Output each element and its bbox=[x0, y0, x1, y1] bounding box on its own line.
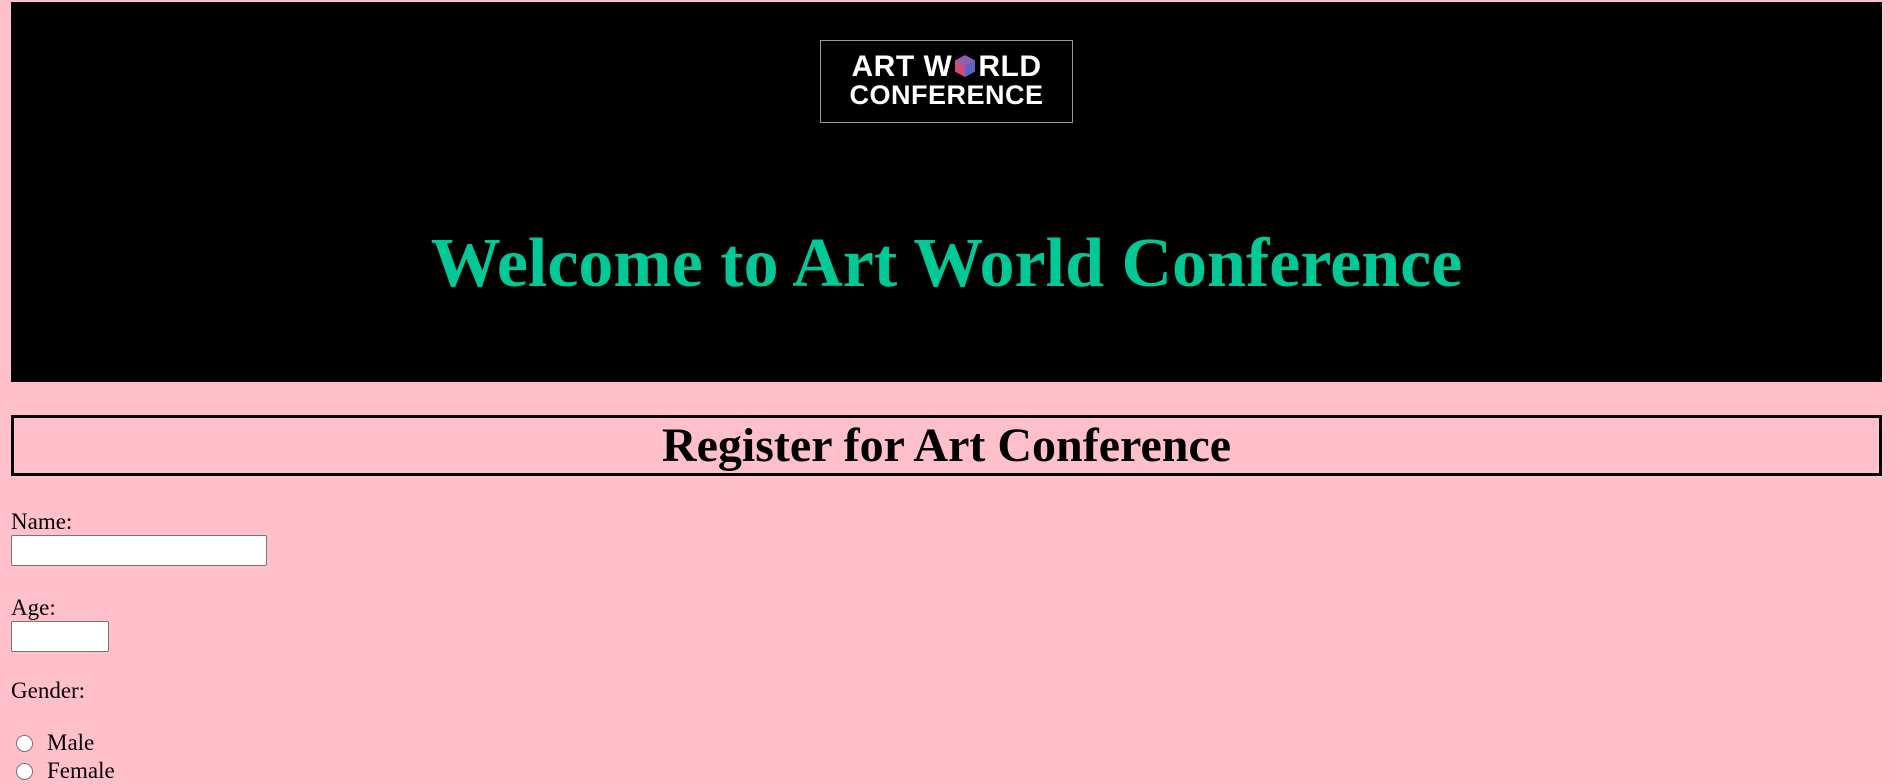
female-radio[interactable] bbox=[16, 762, 33, 780]
register-title: Register for Art Conference bbox=[661, 419, 1232, 472]
logo-text-part-2: RLD bbox=[978, 50, 1042, 83]
male-radio[interactable] bbox=[16, 734, 33, 752]
conference-logo: ART W RLD CONFERENCE bbox=[820, 40, 1073, 123]
male-radio-label: Male bbox=[47, 730, 95, 755]
logo-text-line-2: CONFERENCE bbox=[849, 80, 1044, 110]
gender-option-female[interactable]: Female bbox=[16, 758, 115, 784]
gender-label: Gender: bbox=[11, 678, 86, 703]
age-label: Age: bbox=[11, 595, 56, 620]
age-input[interactable] bbox=[11, 621, 109, 652]
header-banner: ART W RLD CONFERENCE Welcome to Art Worl… bbox=[11, 2, 1882, 382]
name-input[interactable] bbox=[11, 535, 267, 566]
welcome-heading: Welcome to Art World Conference bbox=[430, 225, 1463, 302]
register-heading-box: Register for Art Conference bbox=[11, 415, 1882, 476]
gender-option-male[interactable]: Male bbox=[16, 730, 94, 756]
logo-text-part-1: ART W bbox=[851, 50, 953, 83]
name-label: Name: bbox=[11, 509, 73, 534]
hexagon-logo-icon bbox=[953, 54, 977, 78]
female-radio-label: Female bbox=[47, 758, 115, 783]
